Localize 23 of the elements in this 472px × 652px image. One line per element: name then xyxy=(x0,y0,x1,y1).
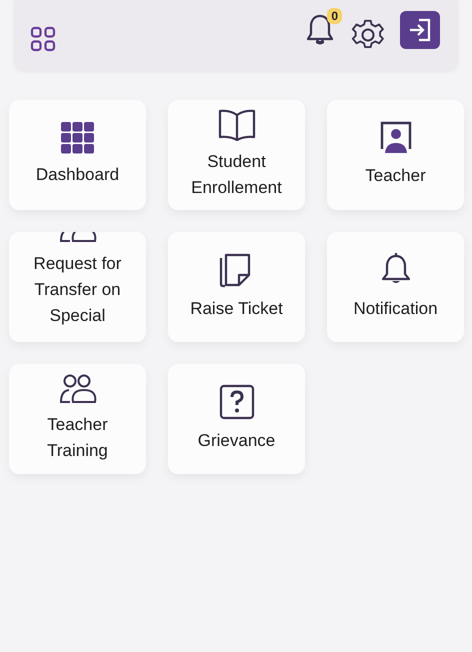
menu-tile[interactable]: Teacher Training xyxy=(9,364,146,474)
logout-button[interactable] xyxy=(400,11,440,49)
tile-label: Grievance xyxy=(196,430,276,452)
tile-label: Request for Transfer on Special xyxy=(32,253,122,327)
login-icon xyxy=(407,17,433,43)
menu-tile[interactable]: Request for Transfer on Special xyxy=(9,232,146,342)
tile-label: Notification xyxy=(352,298,439,320)
menu-tile[interactable]: Student Enrollement xyxy=(168,100,305,210)
question-icon xyxy=(218,384,254,420)
menu-icon[interactable] xyxy=(30,26,56,52)
dots-grid-icon xyxy=(60,122,94,154)
tile-label: Dashboard xyxy=(34,164,120,186)
open-book-icon xyxy=(218,109,256,141)
tile-label: Teacher xyxy=(364,165,427,187)
menu-tile[interactable]: Grievance xyxy=(168,364,305,474)
tile-label: Teacher Training xyxy=(46,414,109,462)
tile-label: Raise Ticket xyxy=(189,298,284,320)
menu-tile[interactable]: Dashboard xyxy=(9,100,146,210)
menu-tile[interactable]: Teacher xyxy=(327,100,464,210)
notification-badge: 0 xyxy=(327,8,342,24)
menu-tile[interactable]: Notification xyxy=(327,232,464,342)
menu-tile[interactable]: Raise Ticket xyxy=(168,232,305,342)
tile-label: Student Enrollement xyxy=(190,151,283,199)
